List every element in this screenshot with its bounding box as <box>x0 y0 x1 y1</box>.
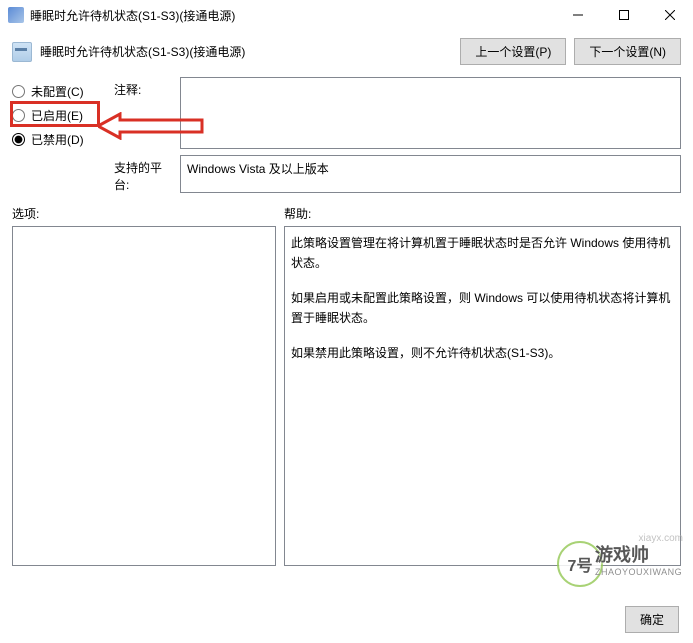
header-row: 睡眠时允许待机状态(S1-S3)(接通电源) 上一个设置(P) 下一个设置(N) <box>0 30 693 77</box>
options-label: 选项: <box>12 205 284 222</box>
radio-disabled-input[interactable] <box>12 133 25 146</box>
watermark-sub: ZHAOYOUXIWANG <box>595 567 682 577</box>
next-setting-button[interactable]: 下一个设置(N) <box>574 38 681 65</box>
close-icon <box>665 10 675 20</box>
radio-not-configured[interactable]: 未配置(C) <box>12 79 100 103</box>
titlebar: 睡眠时允许待机状态(S1-S3)(接通电源) <box>0 0 693 30</box>
right-column: 注释: 支持的平台: Windows Vista 及以上版本 <box>114 77 681 199</box>
lower-panes: 此策略设置管理在将计算机置于睡眠状态时是否允许 Windows 使用待机状态。 … <box>0 226 693 566</box>
app-icon <box>8 7 24 23</box>
ok-button[interactable]: 确定 <box>625 606 679 633</box>
comment-textarea[interactable] <box>180 77 681 149</box>
radio-not-configured-label: 未配置(C) <box>31 83 84 100</box>
radio-column: 未配置(C) 已启用(E) 已禁用(D) <box>12 77 100 199</box>
maximize-button[interactable] <box>601 0 647 30</box>
radio-enabled-input[interactable] <box>12 109 25 122</box>
radio-enabled-label: 已启用(E) <box>31 107 83 124</box>
window-title: 睡眠时允许待机状态(S1-S3)(接通电源) <box>30 7 555 24</box>
window-controls <box>555 0 693 30</box>
prev-setting-button[interactable]: 上一个设置(P) <box>460 38 566 65</box>
minimize-button[interactable] <box>555 0 601 30</box>
lower-labels: 选项: 帮助: <box>0 199 693 226</box>
options-pane[interactable] <box>12 226 276 566</box>
platform-value: Windows Vista 及以上版本 <box>187 162 329 176</box>
nav-buttons: 上一个设置(P) 下一个设置(N) <box>460 38 681 65</box>
platform-row: 支持的平台: Windows Vista 及以上版本 <box>114 155 681 193</box>
help-text-2: 如果启用或未配置此策略设置，则 Windows 可以使用待机状态将计算机置于睡眠… <box>291 288 674 329</box>
radio-not-configured-input[interactable] <box>12 85 25 98</box>
help-label: 帮助: <box>284 205 311 222</box>
config-area: 未配置(C) 已启用(E) 已禁用(D) 注释: 支持的平台: Windows … <box>0 77 693 199</box>
maximize-icon <box>619 10 629 20</box>
platform-box: Windows Vista 及以上版本 <box>180 155 681 193</box>
policy-icon <box>12 42 32 62</box>
comment-row: 注释: <box>114 77 681 149</box>
comment-label: 注释: <box>114 77 170 98</box>
radio-enabled[interactable]: 已启用(E) <box>12 103 100 127</box>
platform-label: 支持的平台: <box>114 155 170 193</box>
help-text-1: 此策略设置管理在将计算机置于睡眠状态时是否允许 Windows 使用待机状态。 <box>291 233 674 274</box>
footer-buttons: 确定 <box>625 606 679 633</box>
header-subtitle: 睡眠时允许待机状态(S1-S3)(接通电源) <box>40 43 245 60</box>
help-pane[interactable]: 此策略设置管理在将计算机置于睡眠状态时是否允许 Windows 使用待机状态。 … <box>284 226 681 566</box>
minimize-icon <box>573 10 583 20</box>
radio-disabled-label: 已禁用(D) <box>31 131 84 148</box>
close-button[interactable] <box>647 0 693 30</box>
help-text-3: 如果禁用此策略设置，则不允许待机状态(S1-S3)。 <box>291 343 674 363</box>
radio-disabled[interactable]: 已禁用(D) <box>12 127 100 151</box>
